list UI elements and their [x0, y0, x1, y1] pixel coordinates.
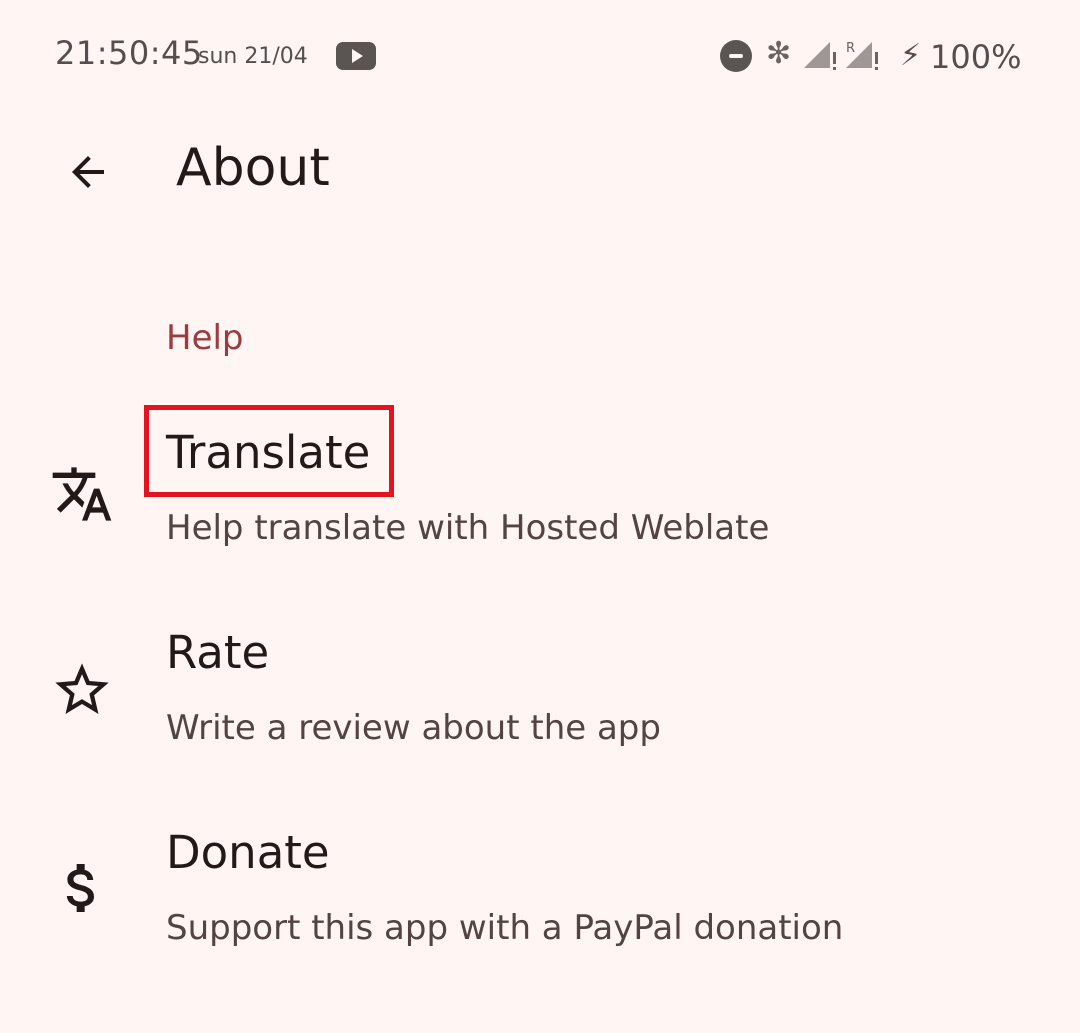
pref-summary-rate: Write a review about the app	[166, 708, 661, 748]
svg-text:R: R	[846, 41, 855, 56]
pref-title-rate: Rate	[166, 626, 270, 679]
section-header-help: Help	[166, 318, 244, 358]
page-title: About	[176, 138, 330, 198]
status-bar: 21:50:45 sun 21/04 ✻ R ⚡ 100%	[0, 0, 1080, 112]
highlight-box	[144, 405, 394, 497]
translate-icon	[48, 460, 116, 528]
cannabis-leaf-icon: ✻	[766, 36, 792, 71]
back-button[interactable]	[56, 140, 120, 204]
charging-bolt-icon: ⚡	[900, 38, 922, 73]
status-date: sun 21/04	[198, 44, 308, 69]
pref-summary-donate: Support this app with a PayPal donation	[166, 908, 844, 948]
pref-item-rate[interactable]: Rate Write a review about the app	[0, 610, 1080, 790]
dollar-icon	[48, 854, 116, 922]
pref-item-donate[interactable]: Donate Support this app with a PayPal do…	[0, 810, 1080, 990]
pref-summary-translate: Help translate with Hosted Weblate	[166, 508, 770, 548]
do-not-disturb-icon	[720, 40, 752, 72]
youtube-icon	[336, 42, 376, 70]
star-outline-icon	[48, 656, 116, 724]
arrow-back-icon	[72, 156, 104, 188]
signal-roaming-icon: R	[846, 41, 878, 70]
pref-title-donate: Donate	[166, 826, 330, 879]
signal-icon	[804, 42, 836, 70]
status-time: 21:50:45	[55, 34, 203, 72]
battery-percent: 100%	[930, 38, 1022, 76]
